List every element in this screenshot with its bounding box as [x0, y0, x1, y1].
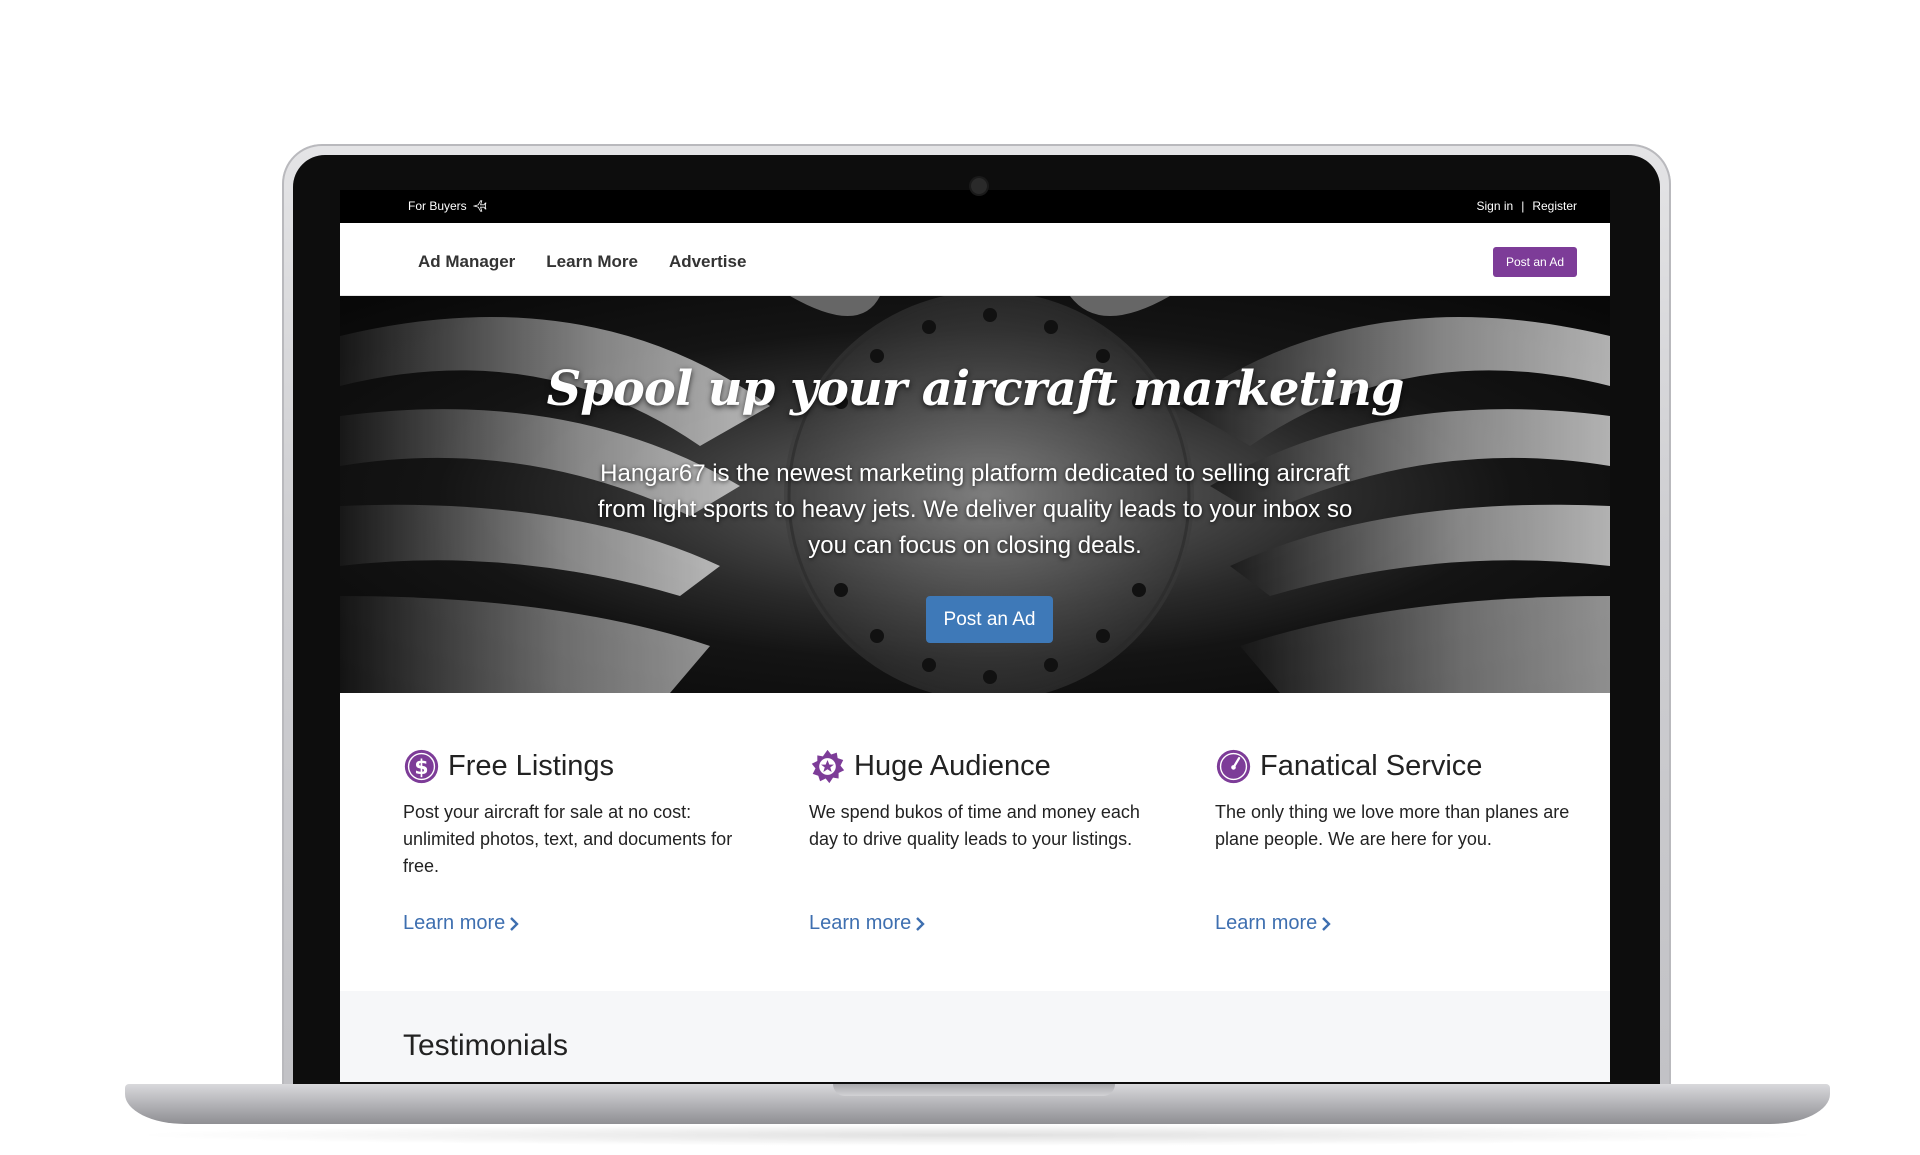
- feature-learn-more-link[interactable]: Learn more: [403, 912, 519, 935]
- learn-more-label: Learn more: [403, 912, 506, 934]
- features-section: $ Free Listings Post your aircraft for s…: [340, 693, 1610, 992]
- nav-post-ad-button[interactable]: Post an Ad: [1493, 247, 1577, 277]
- feature-description: Post your aircraft for sale at no cost: …: [403, 802, 733, 876]
- chevron-right-icon: [916, 916, 925, 931]
- hero-post-ad-button[interactable]: Post an Ad: [926, 596, 1053, 643]
- for-buyers-label: For Buyers: [408, 199, 467, 213]
- learn-more-label: Learn more: [809, 912, 912, 934]
- chevron-right-icon: [510, 916, 519, 931]
- dollar-icon: $: [404, 749, 439, 784]
- camera-icon: [971, 178, 987, 194]
- testimonials-title: Testimonials: [403, 1029, 569, 1062]
- hero-description: Hangar67 is the newest marketing platfor…: [597, 460, 1353, 559]
- laptop-base-notch: [833, 1084, 1115, 1096]
- main-navbar: Ad Manager Learn More Advertise Post an …: [340, 223, 1610, 296]
- gauge-icon: [1216, 749, 1251, 784]
- feature-title: Huge Audience: [854, 750, 1051, 782]
- hero-banner: Spool up your aircraft marketing Hangar6…: [340, 296, 1610, 693]
- airplane-icon: [472, 200, 487, 212]
- feature-title: Fanatical Service: [1260, 750, 1483, 782]
- testimonials-section: Testimonials: [340, 991, 1610, 1082]
- feature-title: Free Listings: [448, 750, 615, 782]
- badge-star-icon: [811, 749, 845, 784]
- feature-description: The only thing we love more than planes …: [1215, 802, 1570, 849]
- feature-header: Huge Audience: [809, 748, 1169, 785]
- for-buyers-link[interactable]: For Buyers: [408, 199, 487, 213]
- website-screen: For Buyers Sign in | Register Ad Manager…: [340, 190, 1610, 1082]
- feature-fanatical-service: Fanatical Service The only thing we love…: [1215, 748, 1575, 934]
- feature-huge-audience: Huge Audience We spend bukos of time and…: [809, 748, 1169, 934]
- chevron-right-icon: [1322, 916, 1331, 931]
- register-link[interactable]: Register: [1532, 199, 1577, 213]
- feature-header: $ Free Listings: [403, 748, 763, 785]
- laptop-shadow: [125, 1124, 1830, 1146]
- hero-title: Spool up your aircraft marketing: [546, 361, 1405, 417]
- feature-free-listings: $ Free Listings Post your aircraft for s…: [403, 748, 763, 934]
- auth-separator: |: [1521, 199, 1525, 213]
- feature-learn-more-link[interactable]: Learn more: [1215, 912, 1331, 935]
- svg-text:$: $: [414, 755, 428, 779]
- learn-more-label: Learn more: [1215, 912, 1318, 934]
- nav-learn-more[interactable]: Learn More: [546, 252, 638, 272]
- nav-links: Ad Manager Learn More Advertise: [418, 252, 746, 272]
- nav-ad-manager[interactable]: Ad Manager: [418, 252, 515, 272]
- feature-learn-more-link[interactable]: Learn more: [809, 912, 925, 935]
- feature-description: We spend bukos of time and money each da…: [809, 802, 1140, 849]
- feature-header: Fanatical Service: [1215, 748, 1575, 785]
- sign-in-link[interactable]: Sign in: [1476, 199, 1513, 213]
- top-utility-bar: For Buyers Sign in | Register: [340, 190, 1610, 223]
- nav-advertise[interactable]: Advertise: [669, 252, 746, 272]
- auth-links: Sign in | Register: [1476, 199, 1577, 213]
